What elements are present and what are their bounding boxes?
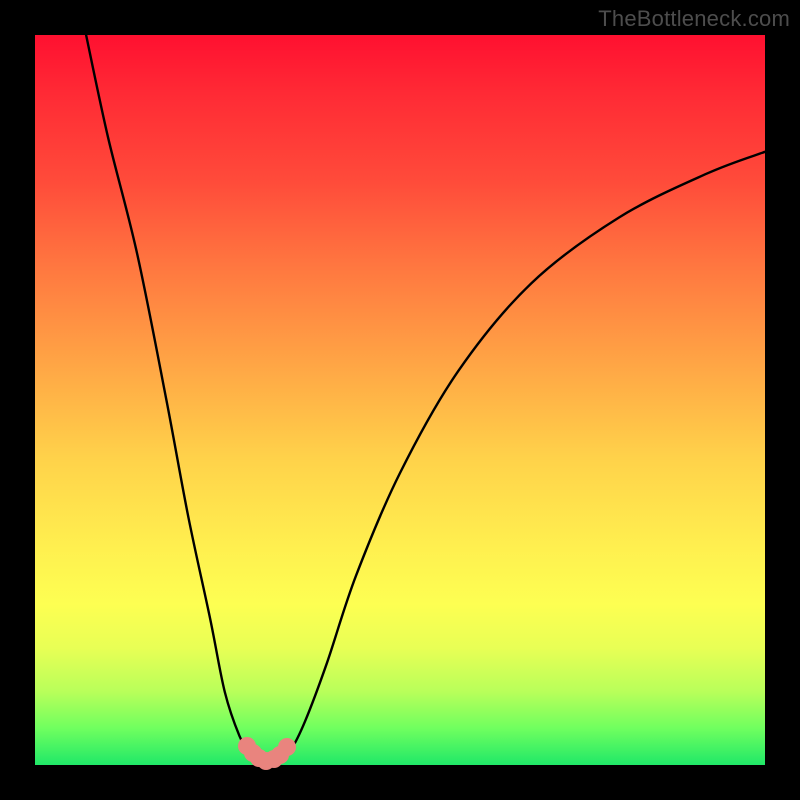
marker-layer [35,35,765,765]
marker-dot [278,738,296,756]
watermark-text: TheBottleneck.com [598,6,790,32]
plot-area [35,35,765,765]
chart-frame: TheBottleneck.com [0,0,800,800]
